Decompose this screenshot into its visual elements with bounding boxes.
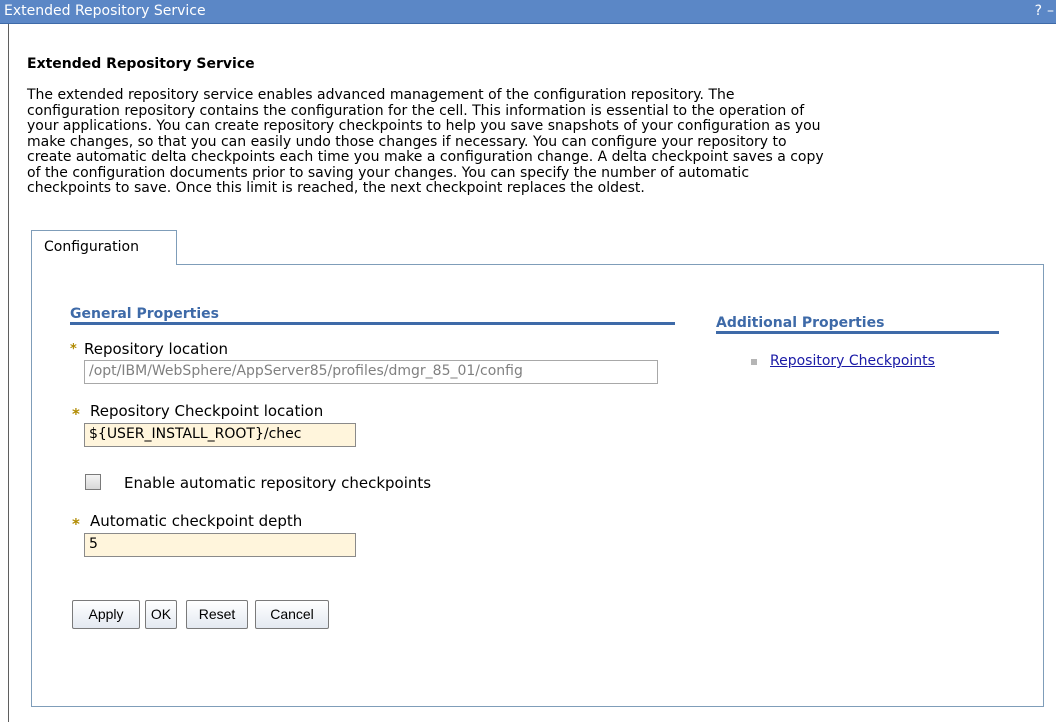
repository-location-label: Repository location — [84, 340, 229, 358]
window-title: Extended Repository Service — [4, 3, 206, 19]
reset-button[interactable]: Reset — [186, 600, 248, 629]
additional-properties-title: Additional Properties — [716, 315, 885, 331]
bullet-icon — [751, 359, 757, 365]
cancel-button[interactable]: Cancel — [255, 600, 329, 629]
required-marker-icon: * — [72, 515, 80, 533]
checkpoint-depth-label: Automatic checkpoint depth — [90, 512, 303, 530]
checkpoint-location-input[interactable]: ${USER_INSTALL_ROOT}/chec — [84, 423, 356, 447]
description-line: checkpoints to save. Once this limit is … — [27, 180, 645, 196]
checkpoint-depth-input[interactable]: 5 — [84, 533, 356, 557]
enable-checkpoints-checkbox[interactable] — [85, 474, 101, 490]
enable-checkpoints-label: Enable automatic repository checkpoints — [124, 474, 432, 492]
page-title: Extended Repository Service — [27, 56, 255, 72]
minimize-icon[interactable]: – — [1047, 3, 1054, 19]
help-icon[interactable]: ? — [1035, 3, 1042, 19]
page-description: The extended repository service enables … — [27, 87, 1042, 197]
repository-location-field: /opt/IBM/WebSphere/AppServer85/profiles/… — [84, 360, 658, 384]
window-titlebar: Extended Repository Service ? – — [0, 0, 1056, 24]
description-line: The extended repository service enables … — [27, 87, 735, 103]
tab-configuration[interactable]: Configuration — [31, 230, 177, 265]
required-marker-icon: * — [72, 405, 80, 423]
tab-label: Configuration — [44, 239, 139, 255]
left-divider — [8, 24, 9, 722]
description-line: configuration repository contains the co… — [27, 102, 805, 119]
description-line: of the configuration documents prior to … — [27, 164, 750, 181]
description-line: create automatic delta checkpoints each … — [27, 149, 824, 165]
description-line: make changes, so that you can easily und… — [27, 133, 787, 150]
apply-button[interactable]: Apply — [72, 600, 140, 629]
additional-properties-rule — [716, 331, 999, 334]
general-properties-title: General Properties — [70, 306, 219, 322]
description-line: your applications. You can create reposi… — [27, 118, 821, 134]
checkpoint-location-label: Repository Checkpoint location — [90, 402, 324, 420]
repository-checkpoints-link[interactable]: Repository Checkpoints — [770, 353, 935, 369]
required-marker-icon: * — [70, 342, 77, 357]
general-properties-rule — [70, 322, 675, 325]
ok-button[interactable]: OK — [145, 600, 177, 629]
